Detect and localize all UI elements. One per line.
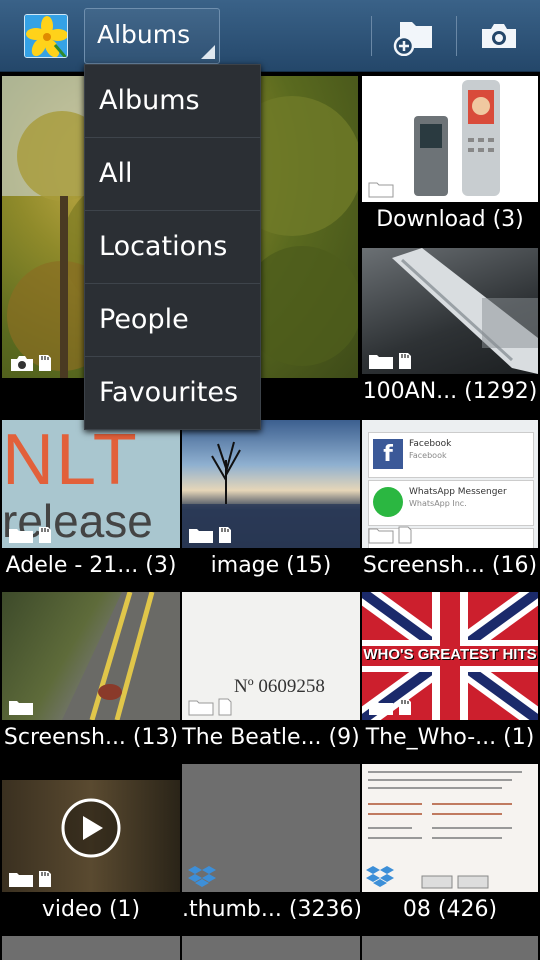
folder-badge	[368, 526, 412, 544]
folder-icon	[369, 701, 393, 715]
album-tile-partial[interactable]	[182, 936, 360, 960]
folder-icon	[9, 873, 33, 887]
album-caption: video (1)	[2, 892, 180, 930]
album-caption: image (15)	[182, 548, 360, 586]
whatsapp-icon	[373, 487, 403, 517]
folder-badge	[8, 526, 52, 544]
album-caption: The_Who-... (1)	[362, 720, 538, 758]
new-folder-button[interactable]	[374, 0, 454, 72]
menu-item-all[interactable]: All	[85, 138, 260, 211]
sd-card-icon	[399, 353, 411, 369]
facebook-icon: f	[373, 439, 403, 469]
folder-icon	[9, 529, 33, 543]
folder-icon	[189, 529, 213, 543]
dropbox-badge	[366, 864, 394, 888]
album-tile-the-who[interactable]: WHO'S GREATEST HITS The_Who-... (1)	[362, 592, 538, 758]
spinner-label: Albums	[97, 20, 191, 49]
camera-button[interactable]	[459, 0, 539, 72]
folder-badge	[8, 870, 52, 888]
album-tile-partial[interactable]	[362, 936, 538, 960]
album-tile-thumbnails[interactable]: .thumb... (3236)	[182, 764, 360, 930]
dropbox-badge	[188, 864, 216, 888]
sd-card-icon	[219, 527, 231, 543]
folder-badge	[368, 698, 412, 716]
camera-icon	[11, 356, 33, 371]
folder-icon	[369, 355, 393, 369]
album-title-text: WHO'S GREATEST HITS	[363, 646, 537, 663]
flower-icon	[25, 15, 67, 57]
sd-card-icon	[399, 699, 411, 715]
dropbox-icon	[366, 866, 394, 887]
sd-card-icon	[39, 355, 51, 371]
nlt-logo-text: NLT	[2, 420, 139, 500]
facebook-label: Facebook	[409, 439, 452, 449]
actionbar-divider	[456, 16, 457, 56]
folder-badge	[188, 698, 232, 716]
album-caption: The Beatle... (9)	[182, 720, 360, 758]
album-tile-screenshots-1[interactable]: f Facebook Facebook WhatsApp Messenger W…	[362, 420, 538, 586]
album-view-spinner[interactable]: Albums	[84, 8, 220, 64]
album-caption: Screensh... (16)	[362, 548, 538, 586]
whatsapp-row: WhatsApp Messenger WhatsApp Inc.	[368, 480, 534, 526]
view-dropdown-menu: Albums All Locations People Favourites	[84, 64, 261, 430]
facebook-sublabel: Facebook	[409, 451, 447, 460]
sd-card-icon	[218, 698, 232, 716]
actionbar-divider	[371, 16, 372, 56]
folder-badge	[368, 180, 394, 198]
album-tile-adele[interactable]: NLT release Adele - 21... (3)	[2, 420, 180, 586]
folder-icon	[368, 182, 394, 198]
folder-badge	[8, 698, 34, 716]
camera-icon	[482, 24, 516, 48]
folder-icon	[188, 700, 214, 716]
new-folder-icon	[393, 22, 432, 56]
album-tile-image[interactable]: image (15)	[182, 420, 360, 586]
album-tile-download[interactable]: Download (3)	[362, 76, 538, 240]
action-bar: Albums	[0, 0, 540, 72]
folder-icon	[9, 701, 33, 715]
album-caption: 08 (426)	[362, 892, 538, 930]
album-tile-08[interactable]: 08 (426)	[362, 764, 538, 930]
spinner-triangle-icon	[201, 45, 215, 59]
album-caption: Download (3)	[362, 202, 538, 240]
whatsapp-label: WhatsApp Messenger	[409, 487, 507, 497]
album-caption: Screensh... (13)	[2, 720, 180, 758]
menu-item-locations[interactable]: Locations	[85, 211, 260, 284]
album-tile-the-beatles[interactable]: Nº 0609258 The Beatle... (9)	[182, 592, 360, 758]
menu-item-albums[interactable]: Albums	[85, 65, 260, 138]
sd-card-icon	[398, 526, 412, 544]
album-tile-100andro[interactable]: 100AN... (1292)	[362, 248, 538, 412]
facebook-row: f Facebook Facebook	[368, 432, 534, 478]
folder-badge	[368, 352, 412, 370]
album-tile-partial[interactable]	[2, 936, 180, 960]
menu-item-favourites[interactable]: Favourites	[85, 357, 260, 429]
dropbox-icon	[188, 866, 216, 887]
folder-badge	[188, 526, 232, 544]
whatsapp-sublabel: WhatsApp Inc.	[409, 499, 467, 508]
camera-album-badge	[10, 354, 52, 372]
sd-card-icon	[39, 527, 51, 543]
album-tile-video[interactable]: video (1)	[2, 764, 180, 930]
album-caption: 100AN... (1292)	[362, 374, 538, 412]
album-caption: .thumb... (3236)	[182, 892, 360, 930]
album-tile-screenshots-2[interactable]: Screensh... (13)	[2, 592, 180, 758]
serial-number-text: Nº 0609258	[234, 676, 325, 697]
gallery-app-icon[interactable]	[24, 14, 68, 58]
sd-card-icon	[39, 871, 51, 887]
folder-icon	[368, 528, 394, 544]
menu-item-people[interactable]: People	[85, 284, 260, 357]
album-caption: Adele - 21... (3)	[2, 548, 180, 586]
